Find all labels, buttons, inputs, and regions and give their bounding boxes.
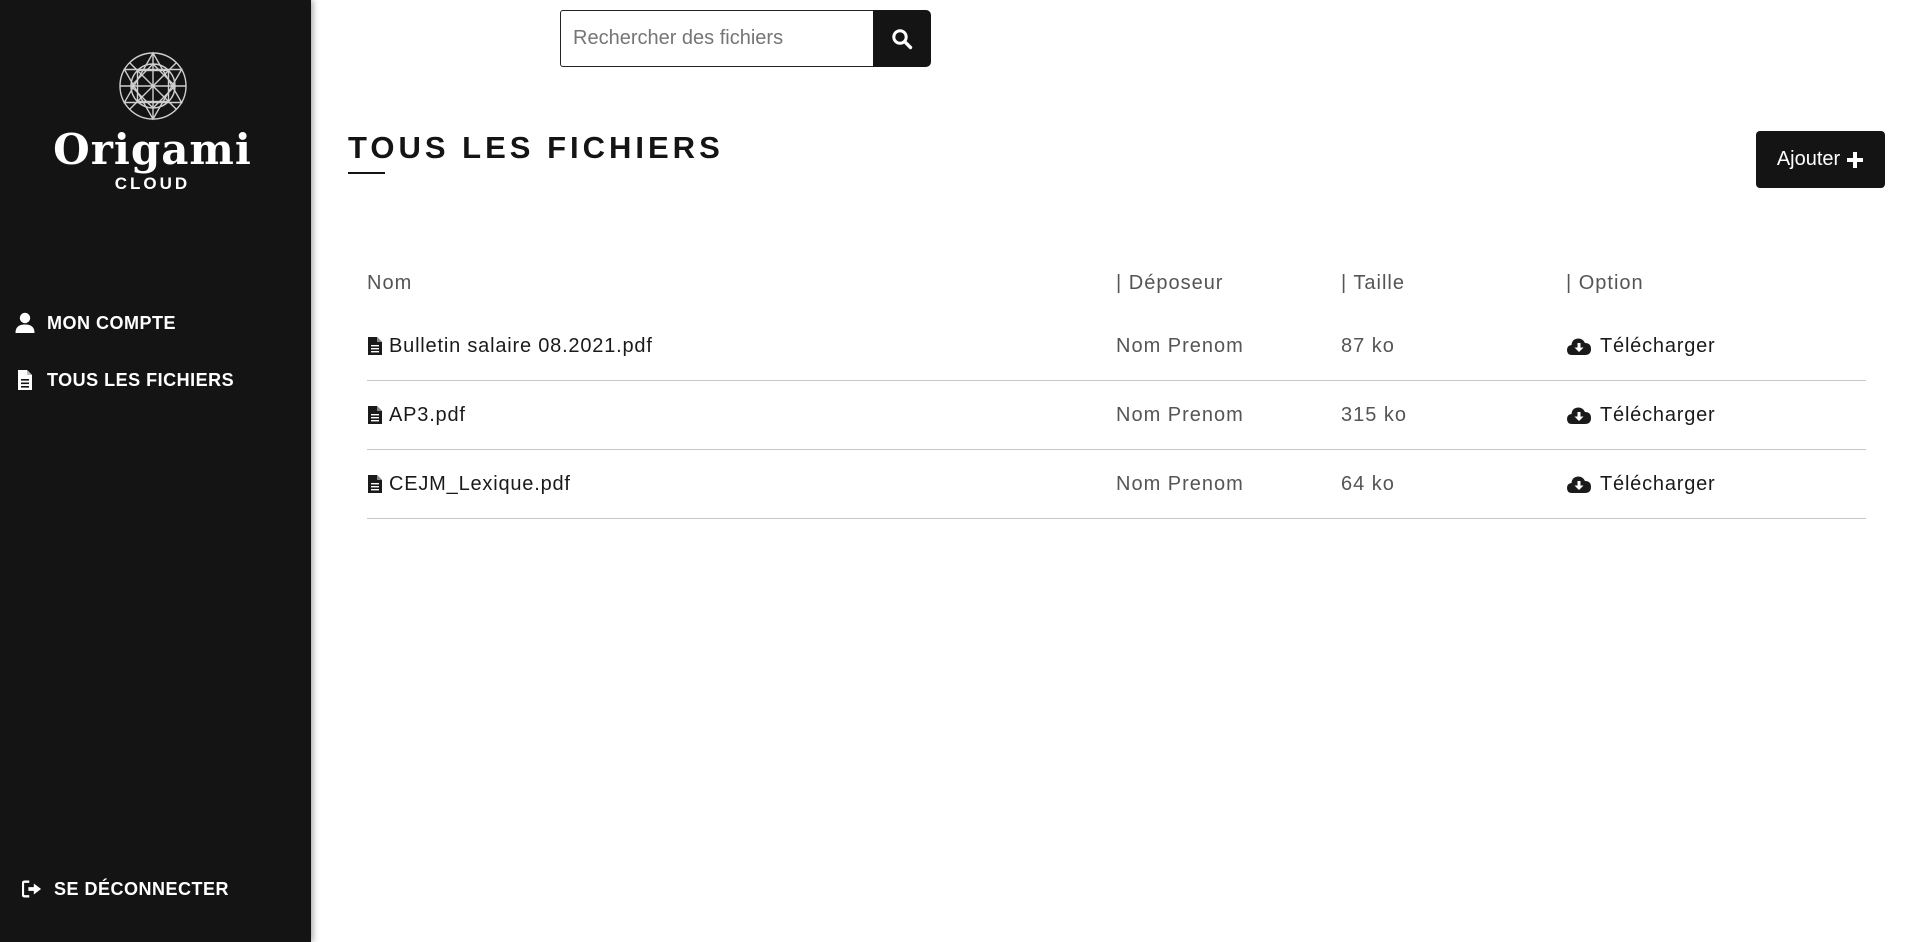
cloud-download-icon <box>1566 336 1592 356</box>
brand-name: Origami <box>53 125 252 174</box>
search-button[interactable] <box>873 10 931 67</box>
file-icon <box>367 405 383 425</box>
brand-subtitle: CLOUD <box>114 174 191 193</box>
search-bar <box>560 10 931 67</box>
search-icon <box>892 28 913 49</box>
logout-area: SE DÉCONNECTER <box>22 876 229 902</box>
file-depositor: Nom Prenom <box>1116 403 1244 426</box>
sidebar-nav: MON COMPTE TOUS LES FICHIERS <box>0 310 311 424</box>
download-link[interactable]: Télécharger <box>1566 335 1716 358</box>
logout-button[interactable]: SE DÉCONNECTER <box>22 876 229 902</box>
column-header-option[interactable]: | Option <box>1566 272 1866 295</box>
cloud-download-icon <box>1566 474 1592 494</box>
sidebar: Origami CLOUD MON COMPTE TOUS LES FICHIE… <box>0 0 311 942</box>
file-depositor: Nom Prenom <box>1116 334 1244 357</box>
file-depositor: Nom Prenom <box>1116 472 1244 495</box>
download-link[interactable]: Télécharger <box>1566 473 1716 496</box>
sidebar-item-label: TOUS LES FICHIERS <box>47 369 235 390</box>
add-file-button[interactable]: Ajouter <box>1756 131 1885 188</box>
file-icon <box>15 369 35 391</box>
table-row: CEJM_Lexique.pdf Nom Prenom 64 ko Téléch… <box>367 450 1866 519</box>
download-link[interactable]: Télécharger <box>1566 404 1716 427</box>
file-icon <box>367 336 383 356</box>
brand-logo[interactable]: Origami CLOUD <box>0 50 305 194</box>
file-size: 315 ko <box>1341 403 1408 426</box>
files-table: Nom | Déposeur | Taille | Option Bulleti… <box>367 254 1866 519</box>
table-row: Bulletin salaire 08.2021.pdf Nom Prenom … <box>367 312 1866 381</box>
add-button-label: Ajouter <box>1776 148 1841 170</box>
logout-label: SE DÉCONNECTER <box>54 878 230 899</box>
file-name[interactable]: CEJM_Lexique.pdf <box>389 473 571 496</box>
column-header-nom[interactable]: Nom <box>367 272 1116 295</box>
file-icon <box>367 474 383 494</box>
file-name[interactable]: AP3.pdf <box>389 404 466 427</box>
column-header-deposeur[interactable]: | Déposeur <box>1116 272 1341 295</box>
file-size: 64 ko <box>1341 472 1395 495</box>
cloud-download-icon <box>1566 405 1592 425</box>
plus-icon <box>1846 151 1864 169</box>
column-header-taille[interactable]: | Taille <box>1341 272 1566 295</box>
title-underline <box>348 172 385 174</box>
download-label: Télécharger <box>1600 472 1716 495</box>
page-title: TOUS LES FICHIERS <box>348 130 724 165</box>
user-icon <box>15 312 35 334</box>
download-label: Télécharger <box>1600 403 1716 426</box>
sidebar-item-label: MON COMPTE <box>47 312 176 333</box>
sign-out-icon <box>22 878 42 900</box>
sidebar-item-mon-compte[interactable]: MON COMPTE <box>0 310 311 336</box>
table-header: Nom | Déposeur | Taille | Option <box>367 254 1866 312</box>
sidebar-item-tous-les-fichiers[interactable]: TOUS LES FICHIERS <box>0 367 311 393</box>
table-row: AP3.pdf Nom Prenom 315 ko Télécharger <box>367 381 1866 450</box>
origami-logo-icon <box>118 51 187 121</box>
file-size: 87 ko <box>1341 334 1395 357</box>
download-label: Télécharger <box>1600 334 1716 357</box>
file-name[interactable]: Bulletin salaire 08.2021.pdf <box>389 335 653 358</box>
search-input[interactable] <box>560 10 873 67</box>
